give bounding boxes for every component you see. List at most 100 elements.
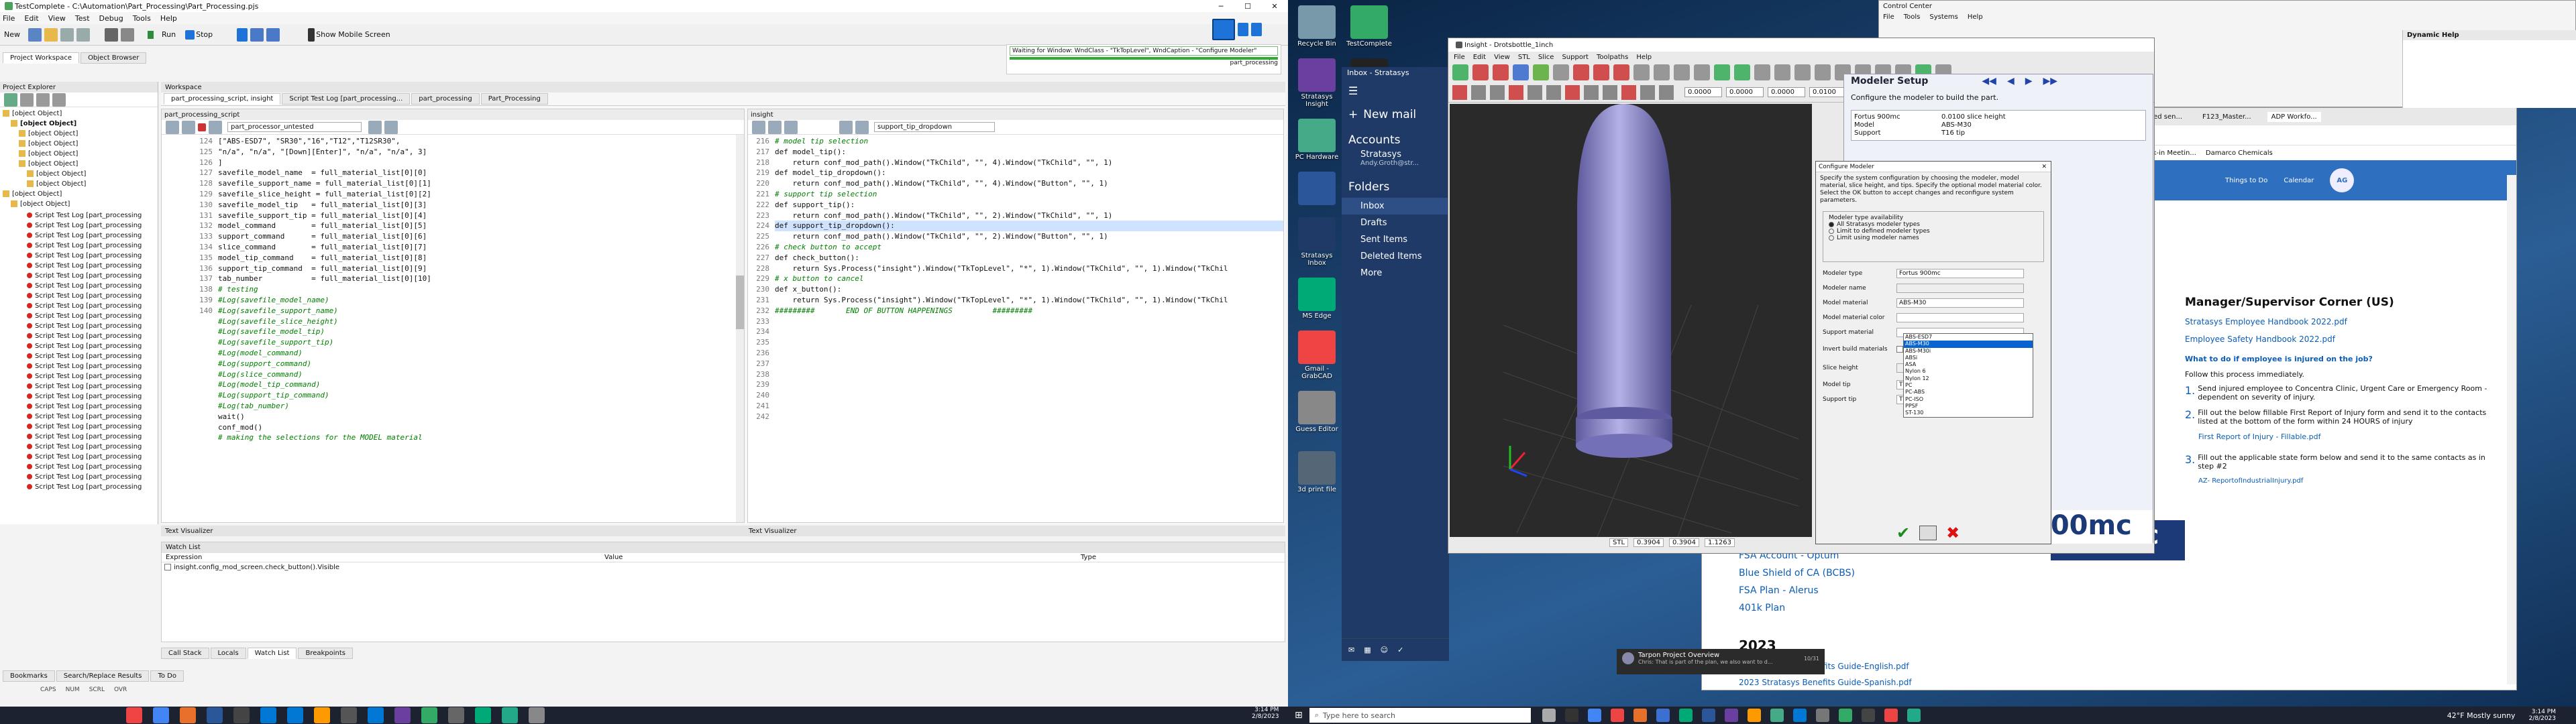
taskbar-app-icon[interactable] — [126, 707, 142, 723]
insight-tool-icon[interactable] — [1659, 84, 1674, 100]
log-item[interactable]: Script Test Log [part_processing — [27, 381, 155, 391]
insight-tool-icon[interactable] — [1603, 84, 1617, 100]
nav-prev-icon[interactable] — [368, 120, 382, 134]
desktop-icon[interactable]: Guess Editor — [1293, 391, 1340, 440]
people-icon[interactable]: ☺ — [1381, 646, 1388, 654]
az-link[interactable]: AZ- ReportofIndustrialInjury.pdf — [2198, 477, 2500, 485]
insight-menu-item[interactable]: File — [1454, 54, 1465, 61]
insight-tool-icon[interactable] — [1452, 64, 1468, 80]
desktop-icon[interactable] — [1293, 172, 1340, 206]
back-icon[interactable]: ◀ — [2007, 76, 2015, 86]
log-item[interactable]: Script Test Log [part_processing — [27, 311, 155, 321]
hr-link[interactable]: 401k Plan — [1739, 603, 2061, 613]
material-option[interactable]: ABS-M30i — [1904, 348, 2033, 355]
folder-item[interactable]: Inbox — [1342, 198, 1449, 215]
insight-tool-icon[interactable] — [1533, 64, 1549, 80]
nav-forward-2-icon[interactable] — [768, 120, 782, 134]
nav-prev-2-icon[interactable] — [839, 120, 853, 134]
material-option[interactable]: PC — [1904, 382, 2033, 389]
nav-next-icon[interactable] — [384, 120, 398, 134]
menu-item[interactable]: Tools — [133, 14, 151, 23]
log-item[interactable]: Script Test Log [part_processing — [27, 351, 155, 361]
coordinate-field[interactable]: 0.0000 — [1768, 87, 1805, 97]
insight-tool-icon[interactable] — [1714, 64, 1730, 80]
log-item[interactable]: Script Test Log [part_processing — [27, 231, 155, 241]
folder-item[interactable]: Sent Items — [1342, 231, 1449, 248]
prev-step-icon[interactable]: ◀◀ — [1982, 76, 1996, 86]
log-item[interactable]: Script Test Log [part_processing — [27, 391, 155, 402]
open-icon[interactable] — [44, 27, 58, 42]
folder-item[interactable]: Drafts — [1342, 215, 1449, 231]
desktop-icon[interactable]: TestComplete — [1346, 5, 1393, 48]
log-item[interactable]: Script Test Log [part_processing — [27, 452, 155, 462]
dialog-close-icon[interactable]: ✕ — [2037, 164, 2051, 170]
breakpoint-icon[interactable] — [198, 123, 206, 131]
nav-forward-icon[interactable] — [182, 120, 195, 134]
log-item[interactable]: Script Test Log [part_processing — [27, 422, 155, 432]
material-option[interactable]: ABSi — [1904, 355, 2033, 361]
format-icon[interactable] — [209, 120, 222, 134]
folders-header[interactable]: Folders — [1342, 167, 1449, 198]
insight-tool-icon[interactable] — [1527, 84, 1542, 100]
desktop-icon[interactable]: Stratasys Inbox — [1293, 217, 1340, 267]
insight-tool-icon[interactable] — [1613, 64, 1629, 80]
log-item[interactable]: Script Test Log [part_processing — [27, 402, 155, 412]
log-item[interactable]: Script Test Log [part_processing — [27, 241, 155, 251]
step-over-icon[interactable] — [266, 27, 280, 42]
tab-object-browser[interactable]: Object Browser — [80, 52, 147, 64]
taskbar-app-icon[interactable] — [341, 707, 357, 723]
save-icon[interactable] — [28, 27, 42, 42]
tree-item[interactable]: [object Object] — [3, 119, 155, 129]
material-option[interactable]: ABS-ESD7 — [1904, 334, 2033, 341]
hr-link[interactable]: Blue Shield of CA (BCBS) — [1739, 568, 2061, 579]
taskbar-app-icon[interactable] — [475, 707, 491, 723]
account-name[interactable]: Stratasys — [1342, 149, 1449, 160]
log-item[interactable]: Script Test Log [part_processing — [27, 291, 155, 301]
mobile-icon[interactable] — [308, 27, 315, 42]
material-option[interactable]: PC-ABS — [1904, 389, 2033, 396]
taskbar-app-icon[interactable] — [1861, 709, 1875, 722]
desktop-icon[interactable]: 3d print file — [1293, 451, 1340, 501]
debug-tab[interactable]: Call Stack — [161, 648, 209, 659]
taskbar-app-icon[interactable] — [233, 707, 250, 723]
undo-icon[interactable] — [60, 27, 74, 42]
desktop-icon[interactable]: Gmail - GrabCAD — [1293, 330, 1340, 380]
remove-icon[interactable] — [20, 93, 34, 107]
stop-icon[interactable] — [185, 29, 195, 40]
insight-tool-icon[interactable] — [1471, 84, 1486, 100]
start-icon[interactable]: ⊞ — [1295, 710, 1303, 721]
insight-tool-icon[interactable] — [1452, 84, 1467, 100]
coordinate-field[interactable]: 0.0000 — [1684, 87, 1722, 97]
clock[interactable]: 3:14 PM 2/8/2023 — [2529, 709, 2556, 722]
accounts-header[interactable]: Accounts — [1342, 125, 1449, 149]
material-option[interactable]: PPSF — [1904, 403, 2033, 410]
debug-tab[interactable]: Watch List — [247, 648, 297, 659]
mail-icon[interactable]: ✉ — [1348, 646, 1354, 654]
control-menu-item[interactable]: Tools — [1904, 13, 1921, 21]
form-field[interactable] — [1896, 284, 2024, 293]
log-item[interactable]: Script Test Log [part_processing — [27, 371, 155, 381]
insight-tool-icon[interactable] — [1493, 64, 1509, 80]
insight-tool-icon[interactable] — [1573, 64, 1589, 80]
invert-checkbox[interactable] — [1896, 346, 1903, 353]
tree-item[interactable]: [object Object] — [3, 179, 155, 189]
redo-icon[interactable] — [76, 27, 90, 42]
3d-viewport[interactable] — [1450, 104, 1812, 538]
log-item[interactable]: Script Test Log [part_processing — [27, 251, 155, 261]
tree-item[interactable]: [object Object] — [3, 109, 155, 119]
settings-icon[interactable] — [52, 93, 66, 107]
taskbar-app-icon[interactable] — [1792, 709, 1807, 722]
taskbar-app-icon[interactable] — [1815, 709, 1829, 722]
material-option[interactable]: Nylon 6 — [1904, 368, 2033, 375]
browser-tab[interactable]: ADP Workfo... — [2267, 111, 2321, 122]
taskbar-app-icon[interactable] — [180, 707, 196, 723]
stop-playback-icon[interactable] — [1251, 23, 1262, 36]
pause-icon[interactable] — [237, 27, 248, 42]
taskbar-app-icon[interactable] — [394, 707, 411, 723]
form-field[interactable]: ABS-M30 — [1896, 298, 2024, 308]
insight-tool-icon[interactable] — [1509, 84, 1523, 100]
left-code[interactable]: ["ABS-ESD7", "SR30","16","T12","T12SR30"… — [218, 136, 744, 443]
debug-tab[interactable]: Breakpoints — [298, 648, 354, 659]
desktop-icon[interactable]: MS Edge — [1293, 278, 1340, 320]
doc-tab[interactable]: Part_Processing — [480, 93, 548, 105]
